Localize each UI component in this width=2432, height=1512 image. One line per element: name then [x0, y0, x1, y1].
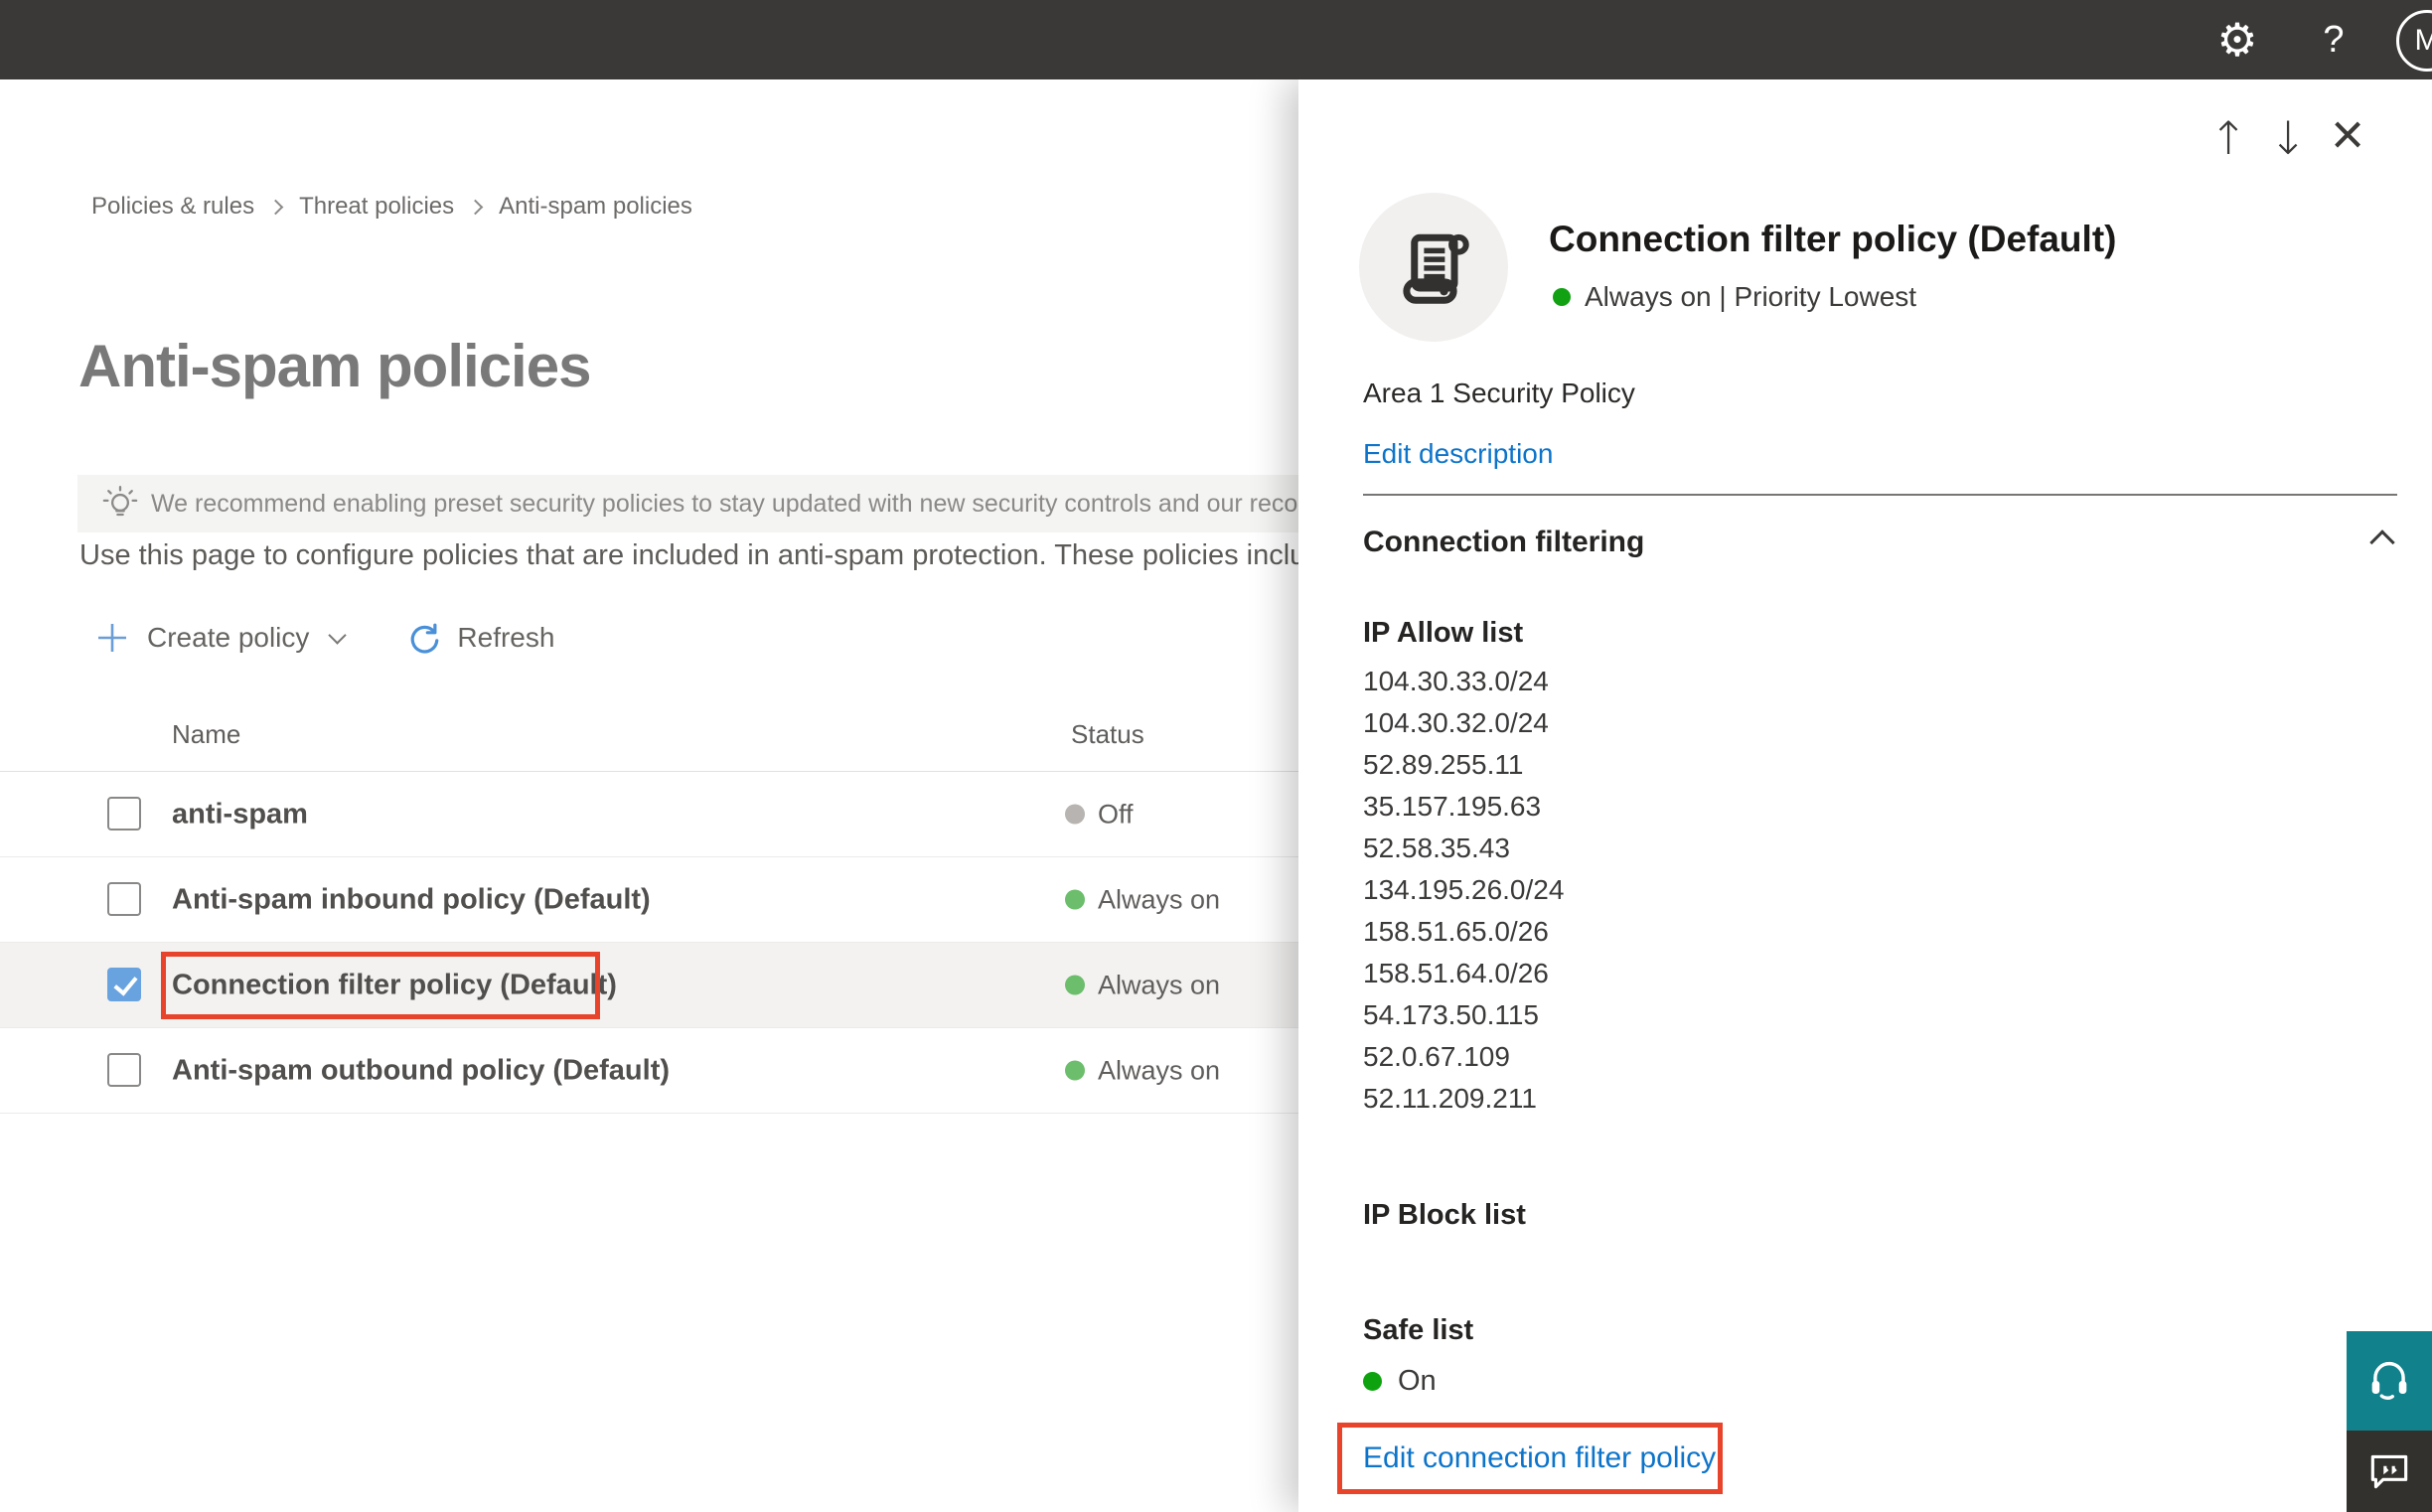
banner-text: We recommend enabling preset security po… — [151, 489, 1353, 518]
status-dot-on-icon — [1065, 1060, 1085, 1081]
edit-description-link[interactable]: Edit description — [1363, 438, 1553, 470]
breadcrumb-anti-spam-policies[interactable]: Anti-spam policies — [499, 193, 692, 221]
row-checkbox-checked[interactable] — [107, 968, 141, 1001]
status-dot-on-icon — [1065, 975, 1085, 995]
row-checkbox[interactable] — [107, 882, 141, 916]
ip-address: 158.51.64.0/26 — [1363, 958, 1549, 988]
ip-address: 52.0.67.109 — [1363, 1041, 1510, 1072]
previous-item-arrow-up-icon[interactable]: ↑ — [2199, 109, 2258, 169]
lightbulb-icon — [102, 486, 138, 517]
breadcrumb-threat-policies[interactable]: Threat policies — [299, 193, 454, 221]
scroll-policy-icon — [1403, 233, 1469, 304]
status-dot-off-icon — [1065, 804, 1085, 825]
policy-name[interactable]: Connection filter policy (Default) — [172, 969, 617, 1001]
ip-address: 54.173.50.115 — [1363, 999, 1539, 1030]
policy-status: Off — [1065, 799, 1134, 830]
refresh-label: Refresh — [457, 622, 555, 653]
anti-spam-policies-page: { "colors": { "topbar_bg": "#3a3937", "a… — [0, 0, 2432, 1512]
toolbar: Create policy Refresh — [95, 612, 554, 664]
breadcrumb-policies-rules[interactable]: Policies & rules — [91, 193, 254, 221]
policy-avatar — [1359, 193, 1508, 342]
app-top-bar: ⚙ ? M — [0, 0, 2432, 79]
support-button[interactable] — [2347, 1331, 2432, 1431]
policy-name[interactable]: Anti-spam outbound policy (Default) — [172, 1054, 670, 1087]
status-label: Off — [1098, 799, 1134, 829]
panel-status-label: Always on | Priority Lowest — [1585, 281, 1917, 312]
safe-list-status: On — [1363, 1365, 1437, 1398]
panel-title: Connection filter policy (Default) — [1549, 219, 2117, 259]
help-icon[interactable]: ? — [2311, 18, 2356, 64]
panel-nav: ↑ ↓ × — [2199, 106, 2377, 169]
status-label: Always on — [1098, 1055, 1221, 1085]
section-divider — [1363, 494, 2397, 496]
policy-name[interactable]: Anti-spam inbound policy (Default) — [172, 883, 651, 916]
create-policy-label: Create policy — [147, 622, 310, 653]
section-title: Connection filtering — [1363, 526, 1645, 558]
settings-gear-icon[interactable]: ⚙ — [2209, 14, 2265, 66]
ip-block-list-title: IP Block list — [1363, 1199, 1526, 1231]
column-header-name[interactable]: Name — [172, 719, 240, 750]
ip-address: 104.30.32.0/24 — [1363, 707, 1549, 738]
panel-status: Always on | Priority Lowest — [1553, 281, 1916, 313]
ip-allow-list-title: IP Allow list — [1363, 617, 1524, 649]
policy-description: Area 1 Security Policy — [1363, 378, 1635, 408]
headset-icon — [2371, 1362, 2407, 1400]
row-checkbox[interactable] — [107, 1053, 141, 1087]
chevron-up-collapse-icon[interactable] — [2369, 529, 2395, 555]
policy-status: Always on — [1065, 1055, 1220, 1086]
ip-address: 52.11.209.211 — [1363, 1083, 1537, 1114]
account-avatar[interactable]: M — [2396, 10, 2432, 72]
edit-connection-filter-policy-link[interactable]: Edit connection filter policy — [1363, 1441, 1716, 1475]
ip-allow-list: 104.30.33.0/24 104.30.32.0/24 52.89.255.… — [1363, 661, 1564, 1120]
chevron-right-icon — [267, 199, 284, 215]
safe-list-status-label: On — [1398, 1365, 1437, 1397]
policy-details-panel: ↑ ↓ × Connection filter policy (Default)… — [1298, 79, 2432, 1512]
chevron-right-icon — [467, 199, 484, 215]
ip-address: 158.51.65.0/26 — [1363, 916, 1549, 947]
page-title: Anti-spam policies — [78, 333, 591, 399]
status-dot-on-icon — [1363, 1372, 1382, 1391]
red-highlight-outline: Edit connection filter policy — [1337, 1423, 1723, 1494]
column-header-status[interactable]: Status — [1071, 719, 1144, 750]
safe-list-title: Safe list — [1363, 1314, 1474, 1346]
status-dot-on-icon — [1553, 288, 1571, 306]
refresh-button[interactable]: Refresh — [344, 621, 554, 655]
refresh-icon — [411, 623, 439, 654]
status-label: Always on — [1098, 884, 1221, 914]
policy-status: Always on — [1065, 884, 1220, 915]
status-label: Always on — [1098, 970, 1221, 999]
chat-feedback-icon — [2370, 1454, 2408, 1489]
row-checkbox[interactable] — [107, 797, 141, 831]
section-header-connection-filtering[interactable]: Connection filtering — [1363, 526, 2397, 559]
policy-status: Always on — [1065, 970, 1220, 1000]
ip-address: 134.195.26.0/24 — [1363, 874, 1565, 905]
close-icon[interactable]: × — [2318, 106, 2377, 169]
next-item-arrow-down-icon[interactable]: ↓ — [2258, 109, 2318, 169]
breadcrumb: Policies & rules Threat policies Anti-sp… — [91, 193, 692, 221]
ip-address: 104.30.33.0/24 — [1363, 666, 1549, 696]
policy-name[interactable]: anti-spam — [172, 798, 308, 831]
ip-address: 52.89.255.11 — [1363, 749, 1524, 780]
ip-address: 52.58.35.43 — [1363, 832, 1510, 863]
feedback-button[interactable] — [2347, 1431, 2432, 1512]
status-dot-on-icon — [1065, 889, 1085, 910]
plus-icon — [98, 624, 126, 652]
ip-address: 35.157.195.63 — [1363, 791, 1542, 822]
create-policy-button[interactable]: Create policy — [95, 621, 348, 655]
